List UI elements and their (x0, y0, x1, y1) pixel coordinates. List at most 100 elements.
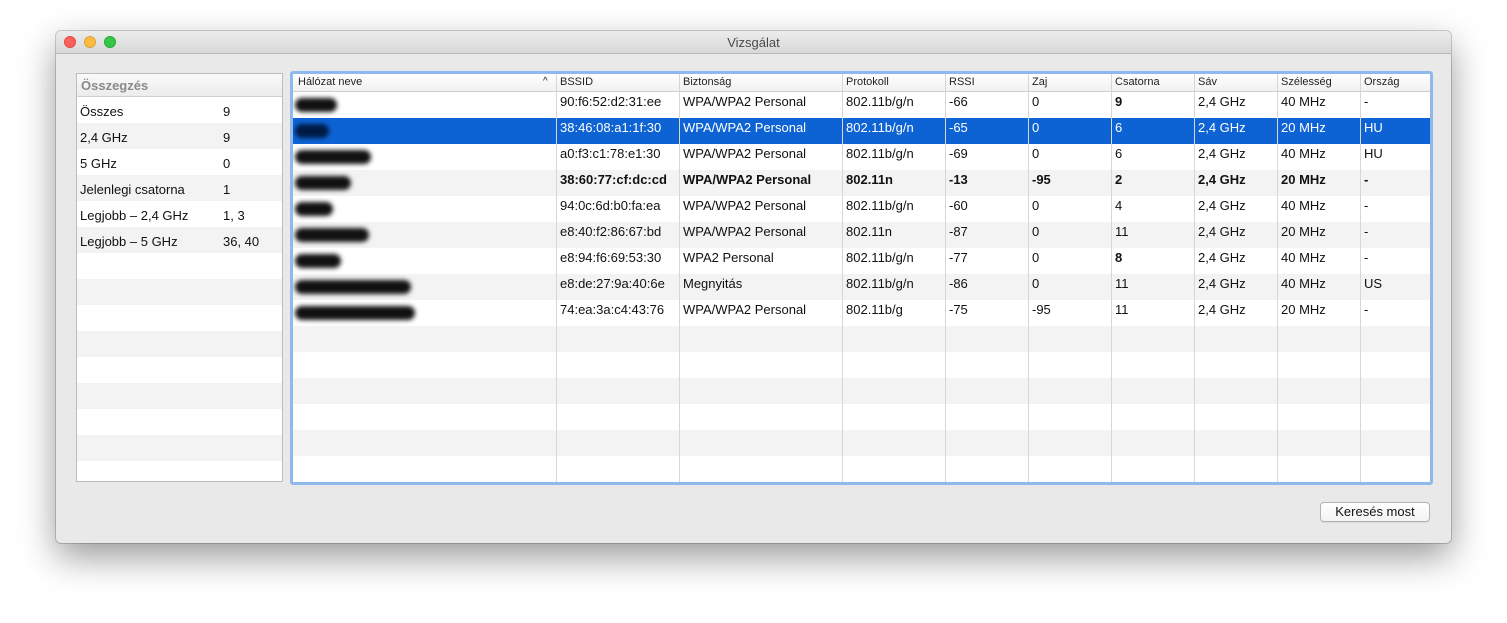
networks-table[interactable]: Hálózat neve BSSID Biztonság Protokoll RSSI Z… (290, 71, 1433, 485)
header-divider[interactable] (842, 74, 843, 91)
cell-protocol: 802.11b/g/n (846, 94, 914, 109)
cell-channel: 11 (1115, 276, 1129, 291)
column-divider (945, 92, 946, 482)
cell-rssi: -13 (949, 172, 968, 187)
cell-width: 20 MHz (1281, 224, 1326, 239)
cell-width: 20 MHz (1281, 120, 1326, 135)
cell-noise: 0 (1032, 224, 1040, 239)
redacted-network-name (295, 124, 329, 138)
cell-bssid: 38:46:08:a1:1f:30 (560, 120, 662, 135)
summary-label: Legjobb – 2,4 GHz (80, 208, 189, 223)
cell-country: - (1364, 94, 1369, 109)
header-divider[interactable] (556, 74, 557, 91)
summary-value: 36, 40 (223, 234, 260, 249)
cell-rssi: -69 (949, 146, 968, 161)
cell-noise: 0 (1032, 198, 1040, 213)
column-header-4[interactable]: RSSI (949, 76, 975, 91)
summary-row: Összes 9 (77, 97, 282, 123)
column-divider (556, 92, 557, 482)
cell-security: WPA/WPA2 Personal (683, 120, 807, 135)
cell-bssid: e8:94:f6:69:53:30 (560, 250, 662, 265)
cell-security: WPA/WPA2 Personal (683, 198, 807, 213)
column-header-1[interactable]: BSSID (560, 76, 593, 91)
table-row[interactable]: e8:40:f2:86:67:bd WPA/WPA2 Personal 802.11… (293, 222, 1430, 248)
table-row[interactable]: 90:f6:52:d2:31:ee WPA/WPA2 Personal 802.11… (293, 92, 1430, 118)
cell-bssid: e8:de:27:9a:40:6e (560, 276, 665, 291)
table-row[interactable]: 38:60:77:cf:dc:cd WPA/WPA2 Personal 802.11… (293, 170, 1430, 196)
cell-country: - (1364, 172, 1369, 187)
cell-security: WPA/WPA2 Personal (683, 302, 807, 317)
cell-country: - (1364, 302, 1369, 317)
cell-rssi: -75 (949, 302, 968, 317)
summary-row (77, 357, 282, 383)
cell-bssid: e8:40:f2:86:67:bd (560, 224, 662, 239)
redacted-network-name (295, 176, 351, 190)
cell-channel: 6 (1115, 146, 1123, 161)
summary-list: Összes 9 2,4 GHz 9 5 GHz 0 Jelenlegi csatorna 1… (77, 97, 282, 481)
scan-now-button[interactable]: Keresés most (1320, 502, 1430, 522)
summary-header: Összegzés (77, 74, 282, 97)
sort-ascending-icon: ^ (543, 76, 548, 87)
cell-bssid: 94:0c:6d:b0:fa:ea (560, 198, 661, 213)
table-row[interactable]: a0:f3:c1:78:e1:30 WPA/WPA2 Personal 802.11… (293, 144, 1430, 170)
cell-channel: 11 (1115, 302, 1129, 317)
cell-band: 2,4 GHz (1198, 172, 1246, 187)
column-divider (679, 92, 680, 482)
column-divider (842, 92, 843, 482)
summary-value: 9 (223, 104, 231, 119)
cell-width: 20 MHz (1281, 302, 1326, 317)
table-row[interactable]: 74:ea:3a:c4:43:76 WPA/WPA2 Personal 802.11… (293, 300, 1430, 326)
column-header-3[interactable]: Protokoll (846, 76, 889, 91)
cell-channel: 9 (1115, 94, 1123, 109)
table-row[interactable]: 38:46:08:a1:1f:30 WPA/WPA2 Personal 802.11… (293, 118, 1430, 144)
redacted-network-name (295, 98, 337, 112)
summary-row (77, 331, 282, 357)
column-header-2[interactable]: Biztonság (683, 76, 731, 91)
table-row[interactable]: e8:de:27:9a:40:6e Megnyitás 802.11b/g/n -86… (293, 274, 1430, 300)
redacted-network-name (295, 254, 341, 268)
cell-noise: -95 (1032, 172, 1051, 187)
cell-bssid: a0:f3:c1:78:e1:30 (560, 146, 661, 161)
summary-value: 0 (223, 156, 231, 171)
table-row[interactable]: e8:94:f6:69:53:30 WPA2 Personal 802.11b/g/… (293, 248, 1430, 274)
header-divider[interactable] (1360, 74, 1361, 91)
cell-noise: 0 (1032, 146, 1040, 161)
redacted-network-name (295, 306, 415, 320)
column-header-7[interactable]: Sáv (1198, 76, 1217, 91)
summary-row (77, 435, 282, 461)
redacted-network-name (295, 280, 411, 294)
summary-label: Legjobb – 5 GHz (80, 234, 178, 249)
header-divider[interactable] (1277, 74, 1278, 91)
cell-rssi: -77 (949, 250, 968, 265)
cell-channel: 4 (1115, 198, 1123, 213)
column-header-6[interactable]: Csatorna (1115, 76, 1160, 91)
summary-row (77, 279, 282, 305)
cell-width: 40 MHz (1281, 250, 1326, 265)
column-header-9[interactable]: Ország (1364, 76, 1399, 91)
header-divider[interactable] (679, 74, 680, 91)
cell-security: WPA/WPA2 Personal (683, 146, 807, 161)
table-row[interactable]: 94:0c:6d:b0:fa:ea WPA/WPA2 Personal 802.11… (293, 196, 1430, 222)
column-header-0[interactable]: Hálózat neve (298, 76, 362, 91)
column-divider (1360, 92, 1361, 482)
cell-width: 20 MHz (1281, 172, 1326, 187)
cell-rssi: -86 (949, 276, 968, 291)
window-title: Vizsgálat (727, 35, 780, 50)
column-header-5[interactable]: Zaj (1032, 76, 1047, 91)
header-divider[interactable] (1194, 74, 1195, 91)
redacted-network-name (295, 202, 333, 216)
table-row (293, 456, 1430, 482)
cell-security: WPA/WPA2 Personal (683, 94, 807, 109)
header-divider[interactable] (945, 74, 946, 91)
cell-country: US (1364, 276, 1383, 291)
header-divider[interactable] (1028, 74, 1029, 91)
cell-rssi: -87 (949, 224, 968, 239)
cell-rssi: -65 (949, 120, 968, 135)
header-divider[interactable] (1111, 74, 1112, 91)
cell-band: 2,4 GHz (1198, 146, 1246, 161)
cell-noise: -95 (1032, 302, 1051, 317)
cell-rssi: -66 (949, 94, 968, 109)
cell-security: Megnyitás (683, 276, 743, 291)
cell-band: 2,4 GHz (1198, 120, 1246, 135)
column-header-8[interactable]: Szélesség (1281, 76, 1332, 91)
